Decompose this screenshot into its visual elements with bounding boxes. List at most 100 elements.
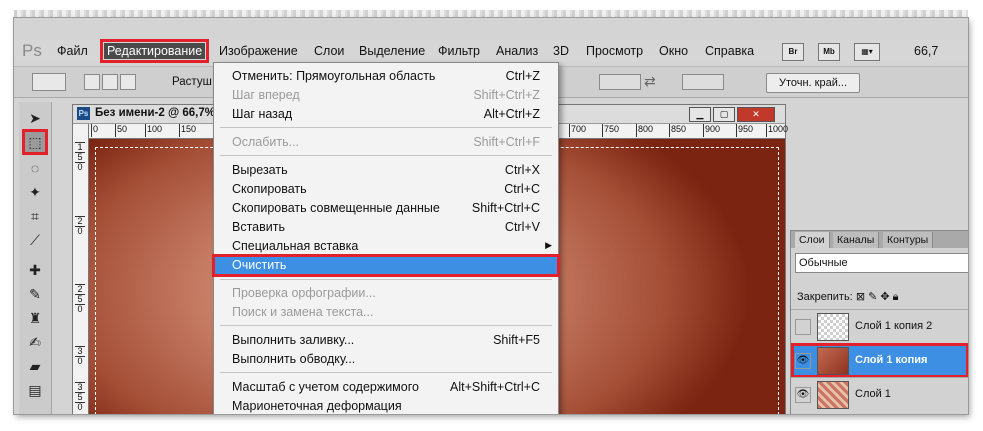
menu-bar: Ps Файл Редактирование Изображение Слои … [14, 39, 968, 63]
swap-icon[interactable]: ⇄ [644, 73, 656, 90]
menu-item-clear[interactable]: Очистить [212, 254, 560, 277]
magic-wand-tool-icon[interactable]: ✦ [25, 182, 45, 202]
menu-layers[interactable]: Слои [311, 43, 347, 59]
ruler-tick: 150 [179, 124, 196, 137]
menu-item-label: Очистить [232, 258, 287, 272]
eye-icon[interactable]: 👁︎ [795, 353, 811, 369]
menu-item-label: Масштаб с учетом содержимого [232, 380, 419, 394]
menu-select[interactable]: Выделение [356, 43, 428, 59]
tab-layers[interactable]: Слои [795, 232, 830, 248]
eyedropper-tool-icon[interactable]: ⟋ [25, 230, 45, 250]
ruler-tick: 3 [75, 382, 85, 392]
menu-item-spell-check[interactable]: Проверка орфографии... [214, 284, 558, 303]
ruler-tick: 5 [75, 152, 85, 162]
marquee-preset-icon[interactable] [32, 73, 66, 91]
tab-paths[interactable]: Контуры [883, 232, 934, 248]
menu-separator [220, 372, 552, 373]
layer-row[interactable]: Слой 1 копия 2 [791, 309, 968, 344]
bridge-button[interactable]: Br [782, 43, 804, 61]
menu-edit[interactable]: Редактирование [99, 39, 210, 63]
layer-row[interactable]: 👁︎ Слой 1 [791, 377, 968, 412]
menu-item-puppet-warp[interactable]: Марионеточная деформация [214, 397, 558, 414]
menu-item-fill[interactable]: Выполнить заливку... Shift+F5 [214, 331, 558, 350]
menu-item-copy-merged[interactable]: Скопировать совмещенные данные Shift+Ctr… [214, 199, 558, 218]
brush-tool-icon[interactable]: ✎ [25, 284, 45, 304]
menu-item-shortcut: Shift+Ctrl+Z [473, 88, 540, 102]
menu-item-cut[interactable]: Вырезать Ctrl+X [214, 161, 558, 180]
ruler-tick: 800 [636, 124, 653, 137]
lock-label: Закрепить: [797, 291, 853, 303]
lock-transparency-icon[interactable]: ⊠ [856, 291, 865, 303]
eraser-tool-icon[interactable]: ▰ [25, 356, 45, 376]
lasso-tool-icon[interactable]: ◌ [25, 158, 45, 178]
minimize-button[interactable]: ▁ [689, 107, 711, 122]
refine-edge-button[interactable]: Уточн. край... [766, 73, 860, 93]
ruler-tick: 2 [75, 284, 85, 294]
layers-panel-tabs: Слои Каналы Контуры [791, 231, 968, 248]
menu-item-shortcut: Ctrl+V [504, 220, 540, 234]
minibridge-button[interactable]: Mb [818, 43, 840, 61]
visibility-toggle[interactable] [795, 319, 811, 335]
menu-item-label: Специальная вставка [232, 239, 359, 253]
menu-item-label: Проверка орфографии... [232, 286, 376, 300]
menu-analysis[interactable]: Анализ [493, 43, 541, 59]
eye-icon[interactable]: 👁︎ [795, 387, 811, 403]
menu-item-label: Скопировать [232, 182, 307, 196]
lock-position-icon[interactable]: ✥ [880, 291, 889, 303]
blend-mode-select[interactable]: Обычные [795, 253, 968, 273]
menu-item-fade[interactable]: Ослабить... Shift+Ctrl+F [214, 133, 558, 152]
menu-item-copy[interactable]: Скопировать Ctrl+C [214, 180, 558, 199]
layers-panel: Слои Каналы Контуры Обычные Закрепить: ⊠… [790, 230, 968, 414]
menu-item-step-backward[interactable]: Шаг назад Alt+Ctrl+Z [214, 105, 558, 124]
menu-item-content-aware-scale[interactable]: Масштаб с учетом содержимого Alt+Shift+C… [214, 378, 558, 397]
add-selection-icon[interactable] [102, 74, 118, 90]
feather-label: Растуш [172, 76, 212, 88]
ruler-tick: 1 [75, 142, 85, 152]
close-button[interactable]: ✕ [737, 107, 775, 122]
menu-image[interactable]: Изображение [216, 43, 301, 59]
ruler-tick: 0 [75, 356, 85, 366]
tab-channels[interactable]: Каналы [833, 232, 880, 248]
crop-tool-icon[interactable]: ⌗ [25, 206, 45, 226]
menu-item-undo[interactable]: Отменить: Прямоугольная область Ctrl+Z [214, 67, 558, 86]
menu-item-label: Вырезать [232, 163, 288, 177]
menu-filter[interactable]: Фильтр [435, 43, 483, 59]
menu-view[interactable]: Просмотр [583, 43, 646, 59]
menu-3d[interactable]: 3D [550, 43, 572, 59]
lock-all-icon[interactable]: 🔒︎ [893, 291, 899, 303]
subtract-selection-icon[interactable] [120, 74, 136, 90]
ruler-tick: 0 [75, 226, 85, 236]
move-tool-icon[interactable]: ➤ [25, 108, 45, 128]
ruler-tick: 0 [91, 124, 98, 137]
menu-item-label: Шаг назад [232, 107, 293, 121]
layer-row[interactable]: 👁︎ Слой 1 копия [791, 343, 968, 378]
menu-item-stroke[interactable]: Выполнить обводку... [214, 350, 558, 369]
zoom-level[interactable]: 66,7 [914, 43, 938, 59]
rect-marquee-tool-icon[interactable]: ⬚ [22, 129, 48, 155]
submenu-arrow-icon: ▶ [545, 240, 552, 250]
width-field[interactable] [599, 74, 641, 90]
menu-item-shortcut: Alt+Shift+Ctrl+C [450, 380, 540, 394]
menu-item-shortcut: Shift+F5 [493, 333, 540, 347]
menu-item-find-replace[interactable]: Поиск и замена текста... [214, 303, 558, 322]
restore-button[interactable]: ▢ [713, 107, 735, 122]
menu-item-label: Поиск и замена текста... [232, 305, 374, 319]
menu-help[interactable]: Справка [702, 43, 757, 59]
menu-item-paste[interactable]: Вставить Ctrl+V [214, 218, 558, 237]
height-field[interactable] [682, 74, 724, 90]
menu-separator [220, 155, 552, 156]
ruler-tick: 850 [669, 124, 686, 137]
stamp-tool-icon[interactable]: ♜ [25, 308, 45, 328]
extras-icon[interactable]: ▦▾ [854, 43, 880, 61]
edit-menu-dropdown: Отменить: Прямоугольная область Ctrl+Z Ш… [212, 62, 560, 414]
healing-brush-tool-icon[interactable]: ✚ [25, 260, 45, 280]
lock-pixels-icon[interactable]: ✎ [868, 291, 877, 303]
gradient-tool-icon[interactable]: ▤ [25, 380, 45, 400]
menu-file[interactable]: Файл [54, 43, 91, 59]
layer-thumbnail [817, 381, 849, 409]
menu-window[interactable]: Окно [656, 43, 691, 59]
menu-item-step-forward[interactable]: Шаг вперед Shift+Ctrl+Z [214, 86, 558, 105]
new-selection-icon[interactable] [84, 74, 100, 90]
menu-item-paste-special[interactable]: Специальная вставка ▶ [214, 237, 558, 256]
history-brush-tool-icon[interactable]: ✍ [25, 332, 45, 352]
